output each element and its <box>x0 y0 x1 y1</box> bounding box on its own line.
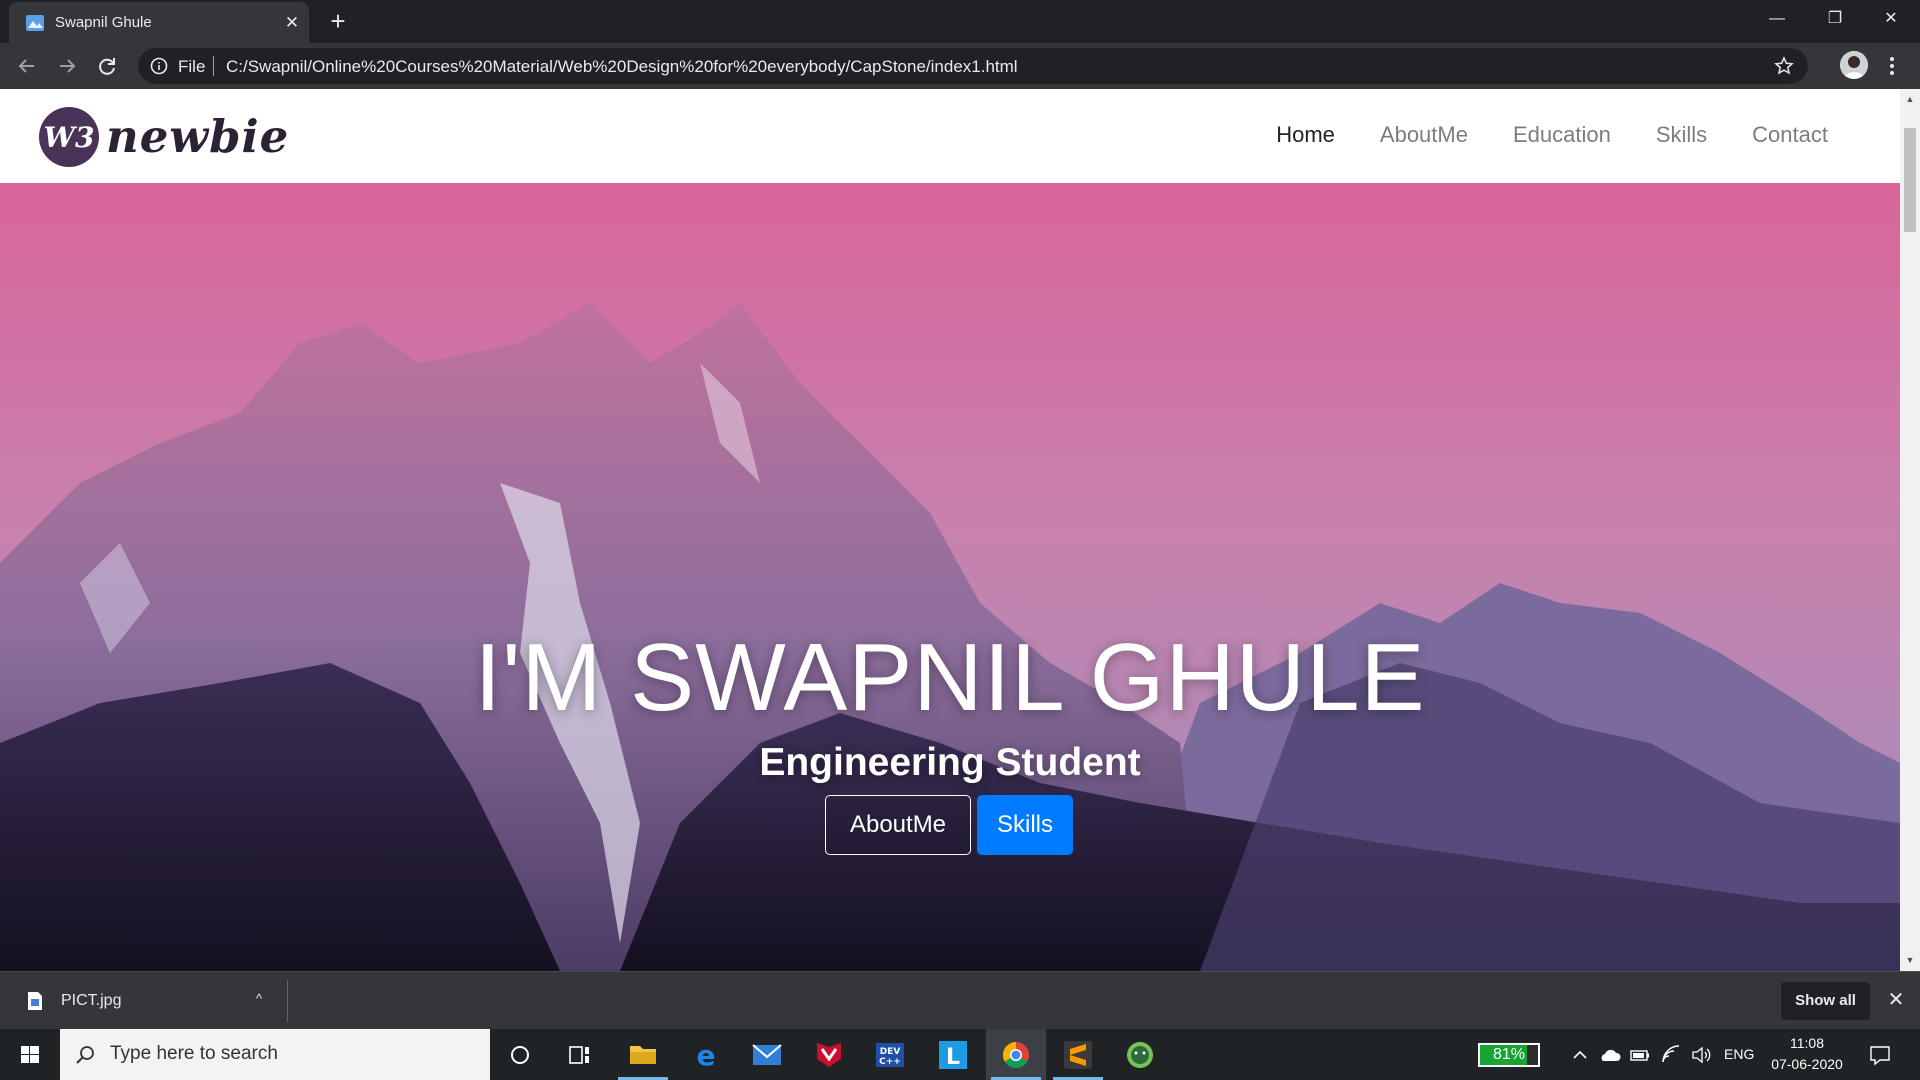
wifi-icon[interactable] <box>1660 1044 1682 1066</box>
windows-start-icon[interactable] <box>0 1029 60 1080</box>
android-studio-icon[interactable] <box>1110 1029 1170 1080</box>
search-icon <box>76 1046 94 1064</box>
l-app-icon[interactable]: L <box>923 1029 983 1080</box>
battery-percent: 81% <box>1492 1046 1526 1063</box>
battery-icon[interactable] <box>1630 1045 1650 1065</box>
nav-link-education[interactable]: Education <box>1513 122 1611 148</box>
scroll-thumb[interactable] <box>1904 128 1916 232</box>
site-logo[interactable]: W3 newbie <box>38 104 288 170</box>
aboutme-button[interactable]: AboutMe <box>825 795 971 855</box>
show-all-button[interactable]: Show all <box>1781 982 1870 1020</box>
clock-time[interactable]: 11:08 <box>1772 1035 1842 1051</box>
logo-mark-icon: W3 <box>39 107 99 167</box>
notifications-icon[interactable] <box>1868 1043 1892 1067</box>
svg-text:e: e <box>697 1039 716 1072</box>
close-window-button[interactable]: ✕ <box>1862 0 1920 38</box>
chevron-up-icon[interactable]: ^ <box>250 990 268 1008</box>
onedrive-icon[interactable] <box>1598 1045 1622 1065</box>
logo-text: newbie <box>106 110 290 163</box>
restore-button[interactable]: ❐ <box>1806 0 1864 38</box>
minimize-button[interactable]: — <box>1748 0 1806 38</box>
volume-icon[interactable] <box>1690 1044 1712 1066</box>
site-navbar: W3 newbie Home AboutMe Education Skills … <box>0 89 1900 183</box>
hero-subtitle: Engineering Student <box>759 741 1141 784</box>
windows-taskbar: Type here to search e DEV C++ L 81% ENG … <box>0 1029 1920 1080</box>
browser-menu-icon[interactable] <box>1882 52 1902 80</box>
devcpp-icon[interactable]: DEV C++ <box>860 1029 920 1080</box>
bookmark-star-icon[interactable] <box>1774 56 1794 76</box>
tab-close-icon[interactable]: ✕ <box>281 12 303 34</box>
profile-avatar[interactable] <box>1840 51 1868 79</box>
chrome-icon[interactable] <box>986 1029 1046 1080</box>
mcafee-icon[interactable] <box>799 1029 859 1080</box>
nav-link-skills[interactable]: Skills <box>1656 122 1707 148</box>
nav-link-contact[interactable]: Contact <box>1752 122 1828 148</box>
language-indicator[interactable]: ENG <box>1724 1046 1754 1062</box>
url-scheme-label: File <box>178 57 206 76</box>
taskbar-search-box[interactable]: Type here to search <box>60 1029 490 1080</box>
search-placeholder: Type here to search <box>110 1043 278 1064</box>
nav-link-home[interactable]: Home <box>1276 122 1335 148</box>
file-explorer-icon[interactable] <box>613 1029 673 1080</box>
tab-title: Swapnil Ghule <box>55 14 152 31</box>
avatar-icon <box>1840 51 1868 79</box>
browser-titlebar: Swapnil Ghule ✕ + — ❐ ✕ <box>0 0 1920 43</box>
scroll-up-icon[interactable]: ▲ <box>1905 94 1915 104</box>
svg-text:C++: C++ <box>879 1057 901 1067</box>
hero-title: I'M SWAPNIL GHULE <box>474 624 1426 731</box>
hero-carousel: I'M SWAPNIL GHULE Engineering Student Ab… <box>0 183 1900 971</box>
url-separator <box>213 56 214 76</box>
url-text[interactable]: C:/Swapnil/Online%20Courses%20Material/W… <box>226 57 1018 77</box>
browser-toolbar: File C:/Swapnil/Online%20Courses%20Mater… <box>0 43 1920 89</box>
cortana-icon[interactable] <box>490 1029 550 1080</box>
image-file-icon <box>28 992 42 1010</box>
browser-tab[interactable]: Swapnil Ghule ✕ <box>9 2 309 43</box>
battery-meter[interactable]: 81% <box>1478 1043 1540 1067</box>
hero-buttons: AboutMe Skills <box>825 795 1073 855</box>
nav-link-aboutme[interactable]: AboutMe <box>1380 122 1468 148</box>
site-nav-links: Home AboutMe Education Skills Contact <box>1276 122 1828 148</box>
forward-icon[interactable] <box>52 51 82 81</box>
chevron-up-icon[interactable] <box>1570 1045 1590 1065</box>
reload-icon[interactable] <box>92 51 122 81</box>
sublime-text-icon[interactable] <box>1048 1029 1108 1080</box>
mail-icon[interactable] <box>737 1029 797 1080</box>
svg-text:W3: W3 <box>44 121 95 154</box>
site-favicon-icon <box>26 15 44 31</box>
clock-date[interactable]: 07-06-2020 <box>1762 1056 1852 1072</box>
task-view-icon[interactable] <box>550 1029 610 1080</box>
download-separator <box>287 980 288 1022</box>
svg-text:L: L <box>946 1045 960 1070</box>
new-tab-button[interactable]: + <box>324 8 352 36</box>
page-viewport: W3 newbie Home AboutMe Education Skills … <box>0 89 1920 971</box>
close-download-bar-icon[interactable]: ✕ <box>1884 988 1908 1012</box>
info-icon[interactable] <box>150 57 168 75</box>
scroll-down-icon[interactable]: ▼ <box>1905 955 1915 965</box>
back-icon[interactable] <box>12 51 42 81</box>
edge-icon[interactable]: e <box>676 1029 736 1080</box>
download-shelf: PICT.jpg ^ Show all ✕ <box>0 971 1920 1029</box>
address-bar[interactable]: File C:/Swapnil/Online%20Courses%20Mater… <box>138 48 1808 84</box>
download-file-name[interactable]: PICT.jpg <box>61 992 121 1010</box>
svg-text:DEV: DEV <box>880 1047 901 1057</box>
skills-button[interactable]: Skills <box>977 795 1073 855</box>
page-scrollbar[interactable]: ▲ ▼ <box>1900 89 1920 971</box>
